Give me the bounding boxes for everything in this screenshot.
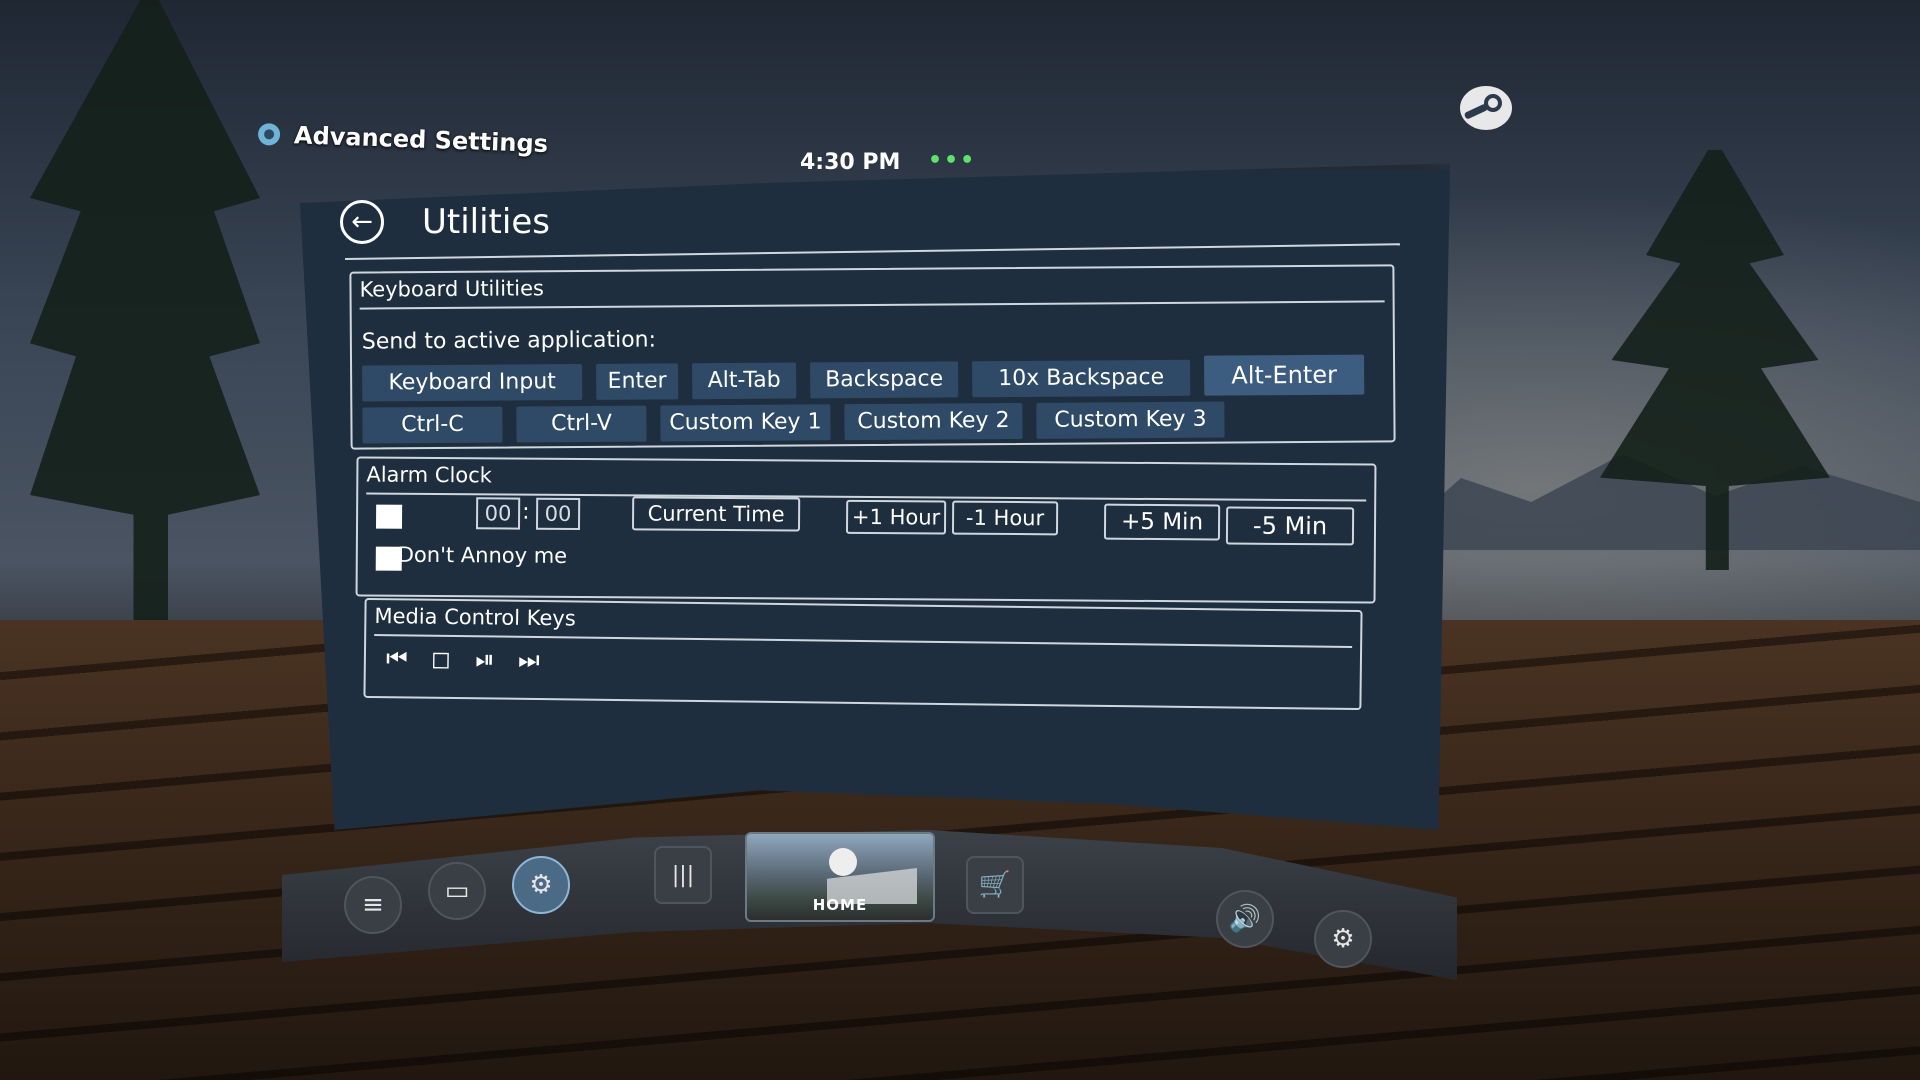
settings-gear-icon[interactable]: ⚙ [1314,910,1372,968]
volume-icon[interactable]: 🔊 [1216,890,1274,948]
section-title: Keyboard Utilities [359,276,545,302]
enter-button[interactable]: Enter [596,363,679,400]
steam-home-icon [829,848,857,876]
alarm-hour-field[interactable]: 00 [475,497,521,530]
more-options-icon[interactable]: ••• [928,148,976,173]
menu-icon[interactable]: ≡ [344,876,402,934]
send-to-label: Send to active application: [361,327,657,355]
current-time-button[interactable]: Current Time [631,496,801,532]
home-label: HOME [812,896,868,914]
plus-1-hour-button[interactable]: +1 Hour [845,499,947,535]
page-header: ← Utilities [340,200,550,244]
next-track-icon[interactable]: ⏭ [512,646,546,674]
library-icon[interactable]: ||| [654,846,712,904]
section-divider [359,300,1385,310]
alt-tab-button[interactable]: Alt-Tab [692,362,797,400]
stop-icon[interactable]: ◻ [424,645,458,673]
home-tile[interactable]: HOME [745,832,935,922]
alarm-clock-section: Alarm Clock 00 : 00 Current Time +1 Hour… [355,456,1377,604]
store-cart-icon[interactable]: 🛒 [966,856,1024,914]
ctrl-c-button[interactable]: Ctrl-C [362,406,503,444]
alt-enter-button[interactable]: Alt-Enter [1203,354,1365,396]
minus-1-hour-button[interactable]: -1 Hour [951,500,1059,536]
steam-logo-icon[interactable] [1460,86,1512,130]
backspace-button[interactable]: Backspace [810,361,959,399]
keyboard-input-button[interactable]: Keyboard Input [362,364,583,402]
plus-5-min-button[interactable]: +5 Min [1103,503,1221,541]
ctrl-v-button[interactable]: Ctrl-V [516,405,647,443]
10x-backspace-button[interactable]: 10x Backspace [972,359,1191,398]
alarm-enable-checkbox[interactable] [375,504,403,529]
play-pause-icon[interactable]: ⏯ [468,645,502,673]
time-separator: : [522,499,530,525]
custom-key-2-button[interactable]: Custom Key 2 [844,402,1023,441]
minus-5-min-button[interactable]: -5 Min [1225,506,1355,546]
app-title: Advanced Settings [293,121,549,159]
section-title: Media Control Keys [374,604,576,631]
custom-key-1-button[interactable]: Custom Key 1 [660,404,831,442]
section-title: Alarm Clock [366,462,492,488]
previous-track-icon[interactable]: ⏮ [380,644,414,672]
app-header: Advanced Settings [257,120,549,159]
desktop-window-icon[interactable]: ▭ [428,862,486,920]
keyboard-utilities-section: Keyboard Utilities Send to active applic… [349,264,1396,450]
clock-text: 4:30 PM [800,150,901,175]
advanced-settings-icon[interactable]: ⚙ [512,856,570,914]
alarm-minute-field[interactable]: 00 [535,497,581,531]
background-tree-left [30,0,260,660]
dont-annoy-label: Don't Annoy me [397,542,568,568]
media-control-keys-section: Media Control Keys ⏮ ◻ ⏯ ⏭ [363,597,1363,711]
custom-key-3-button[interactable]: Custom Key 3 [1036,401,1225,439]
back-arrow-icon[interactable]: ← [340,200,384,244]
advanced-settings-app-icon [257,122,281,146]
page-title: Utilities [422,202,550,242]
